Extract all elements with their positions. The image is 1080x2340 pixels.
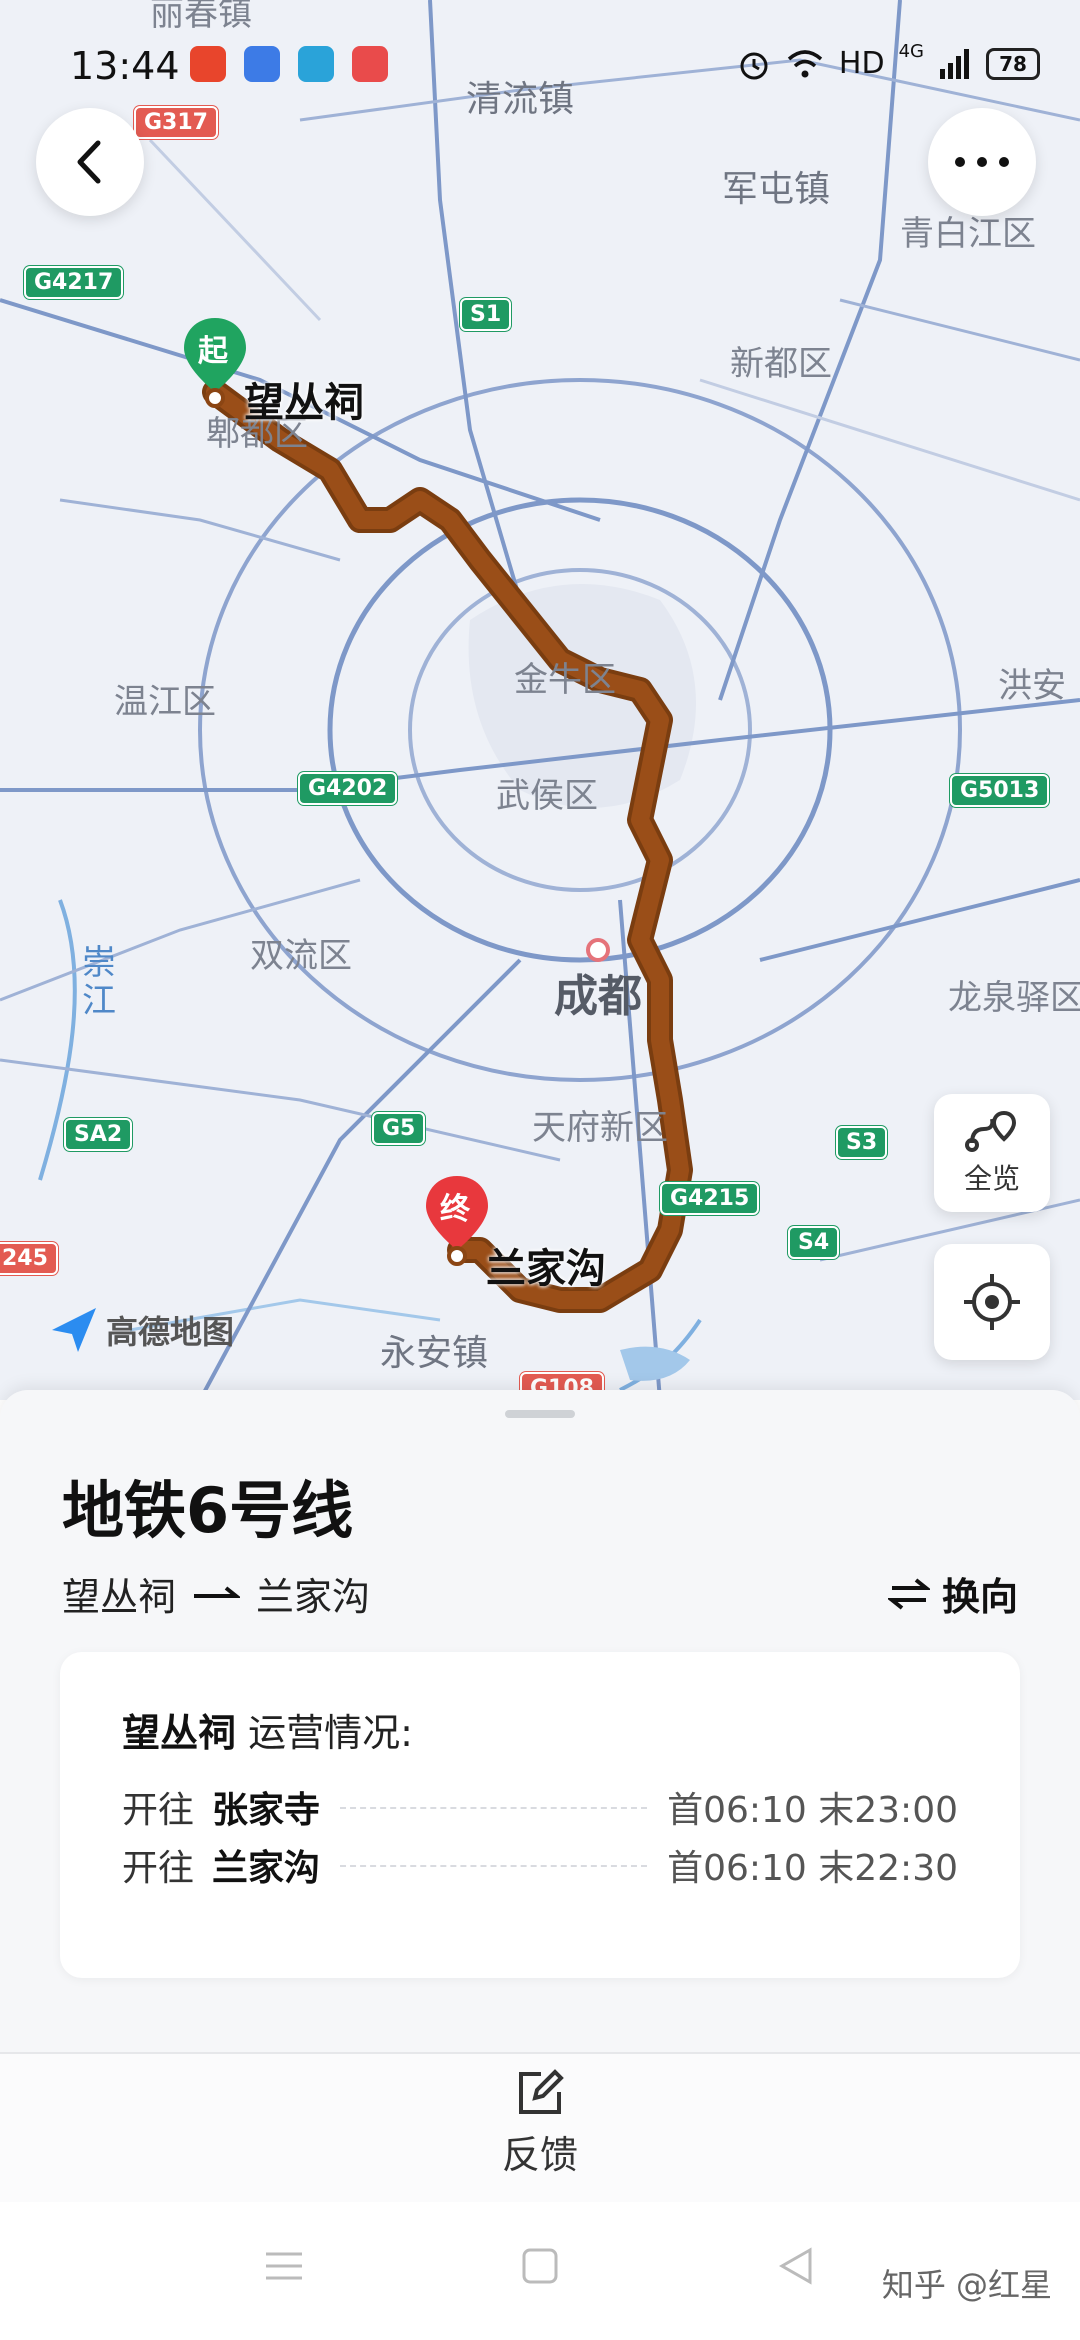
divider bbox=[340, 1806, 648, 1809]
map-label-town: 永安镇 bbox=[380, 1333, 489, 1374]
end-station-label: 兰家沟 bbox=[486, 1246, 606, 1292]
map-label-district: 龙泉驿区 bbox=[948, 978, 1080, 1018]
direction-destination: 兰家沟 bbox=[212, 1848, 321, 1889]
road-shield: G4215 bbox=[660, 1182, 760, 1215]
direction-prefix: 开往 bbox=[122, 1790, 195, 1831]
taobao-icon bbox=[190, 46, 226, 82]
start-station-label: 望丛祠 bbox=[244, 380, 364, 426]
direction-row: 开往 兰家沟 首06:10 末22:30 bbox=[122, 1840, 958, 1890]
swap-icon bbox=[887, 1577, 930, 1610]
route-to: 兰家沟 bbox=[256, 1575, 371, 1619]
status-time: 13:44 bbox=[70, 44, 180, 88]
arrow-right-icon bbox=[194, 1585, 241, 1598]
back-button[interactable] bbox=[36, 108, 144, 216]
road-shield: G5 bbox=[372, 1112, 426, 1145]
amap-logo: 高德地图 bbox=[48, 1304, 234, 1356]
back-nav-icon[interactable] bbox=[776, 2246, 816, 2286]
map-label-district: 武侯区 bbox=[496, 776, 598, 816]
route-summary: 望丛祠 兰家沟 bbox=[62, 1566, 370, 1621]
start-pin-text: 起 bbox=[198, 334, 228, 369]
direction-prefix: 开往 bbox=[122, 1848, 195, 1889]
map-view[interactable]: 丽春镇 清流镇 军屯镇 青白江区 新都区 郫都区 温江区 金牛区 武侯区 双流区… bbox=[0, 0, 1080, 1400]
route-from: 望丛祠 bbox=[62, 1575, 177, 1619]
more-button[interactable] bbox=[928, 108, 1036, 216]
operation-suffix: 运营情况: bbox=[248, 1711, 413, 1755]
map-label-river: 崇江 bbox=[82, 943, 116, 1021]
map-label-district: 金牛区 bbox=[514, 660, 616, 700]
status-bar: 13:44 HD 4G 78 bbox=[0, 0, 1080, 120]
app-icon bbox=[244, 46, 280, 82]
road-shield: G5013 bbox=[950, 774, 1050, 807]
wifi-icon bbox=[787, 49, 823, 77]
edit-icon bbox=[519, 2069, 564, 2114]
operation-station: 望丛祠 bbox=[122, 1711, 237, 1755]
alarm-icon bbox=[740, 52, 768, 79]
amap-logo-text: 高德地图 bbox=[106, 1313, 235, 1351]
amap-logo-icon bbox=[52, 1308, 96, 1352]
swap-label: 换向 bbox=[941, 1575, 1018, 1619]
line-info-sheet: 地铁6号线 望丛祠 兰家沟 换向 望丛祠 运营情况: 开往 张家寺 首06:10… bbox=[0, 1390, 1080, 2340]
map-label-town: 军屯镇 bbox=[722, 169, 831, 210]
map-label-district: 新都区 bbox=[730, 344, 832, 384]
locate-icon bbox=[964, 1274, 1020, 1330]
route-overview-icon bbox=[965, 1110, 1017, 1152]
direction-destination: 张家寺 bbox=[212, 1790, 321, 1831]
more-icon bbox=[955, 157, 1009, 167]
road-shield: 245 bbox=[0, 1242, 58, 1275]
menu-icon[interactable] bbox=[262, 2246, 306, 2286]
overview-button[interactable]: 全览 bbox=[934, 1094, 1050, 1212]
feedback-bar: 反馈 bbox=[0, 2052, 1080, 2204]
status-right: HD 4G 78 bbox=[737, 41, 1040, 81]
telegram-icon bbox=[298, 46, 334, 82]
direction-times: 首06:10 末23:00 bbox=[667, 1790, 958, 1831]
status-app-icons bbox=[190, 46, 388, 82]
network-label: HD bbox=[838, 46, 885, 81]
swap-direction-button[interactable]: 换向 bbox=[887, 1566, 1018, 1621]
map-label-district: 温江区 bbox=[114, 682, 216, 722]
operation-heading: 望丛祠 运营情况: bbox=[122, 1702, 413, 1757]
notes-icon bbox=[352, 46, 388, 82]
map-label-district: 双流区 bbox=[250, 936, 352, 976]
home-icon[interactable] bbox=[520, 2246, 560, 2286]
locate-button[interactable] bbox=[934, 1244, 1050, 1360]
map-label-district: 洪安 bbox=[998, 666, 1066, 706]
road-shield: G4202 bbox=[298, 772, 398, 805]
direction-times: 首06:10 末22:30 bbox=[667, 1848, 958, 1889]
overview-label: 全览 bbox=[963, 1162, 1020, 1195]
end-pin-text: 终 bbox=[440, 1192, 470, 1227]
road-shield: S1 bbox=[460, 298, 512, 331]
divider bbox=[340, 1864, 648, 1867]
signal-type: 4G bbox=[898, 41, 924, 62]
watermark: 知乎 @红星 bbox=[881, 2266, 1052, 2304]
road-shield: S4 bbox=[788, 1226, 840, 1259]
map-label-city: 成都 bbox=[554, 971, 642, 1022]
feedback-button[interactable]: 反馈 bbox=[480, 2068, 600, 2179]
chevron-left-icon bbox=[77, 140, 101, 184]
system-nav-bar: 知乎 @红星 bbox=[0, 2202, 1080, 2340]
feedback-label: 反馈 bbox=[501, 2133, 578, 2177]
direction-row: 开往 张家寺 首06:10 末23:00 bbox=[122, 1782, 958, 1832]
road-shield: G4217 bbox=[24, 266, 124, 299]
line-title: 地铁6号线 bbox=[62, 1474, 354, 1547]
road-shield: S3 bbox=[836, 1126, 888, 1159]
battery-icon: 78 bbox=[986, 47, 1040, 80]
operation-card: 望丛祠 运营情况: 开往 张家寺 首06:10 末23:00 开往 兰家沟 首0… bbox=[60, 1652, 1020, 1978]
road-shield: SA2 bbox=[64, 1118, 133, 1151]
sheet-drag-handle[interactable] bbox=[505, 1410, 575, 1418]
map-label-district: 天府新区 bbox=[532, 1108, 668, 1148]
signal-icon bbox=[940, 48, 969, 79]
